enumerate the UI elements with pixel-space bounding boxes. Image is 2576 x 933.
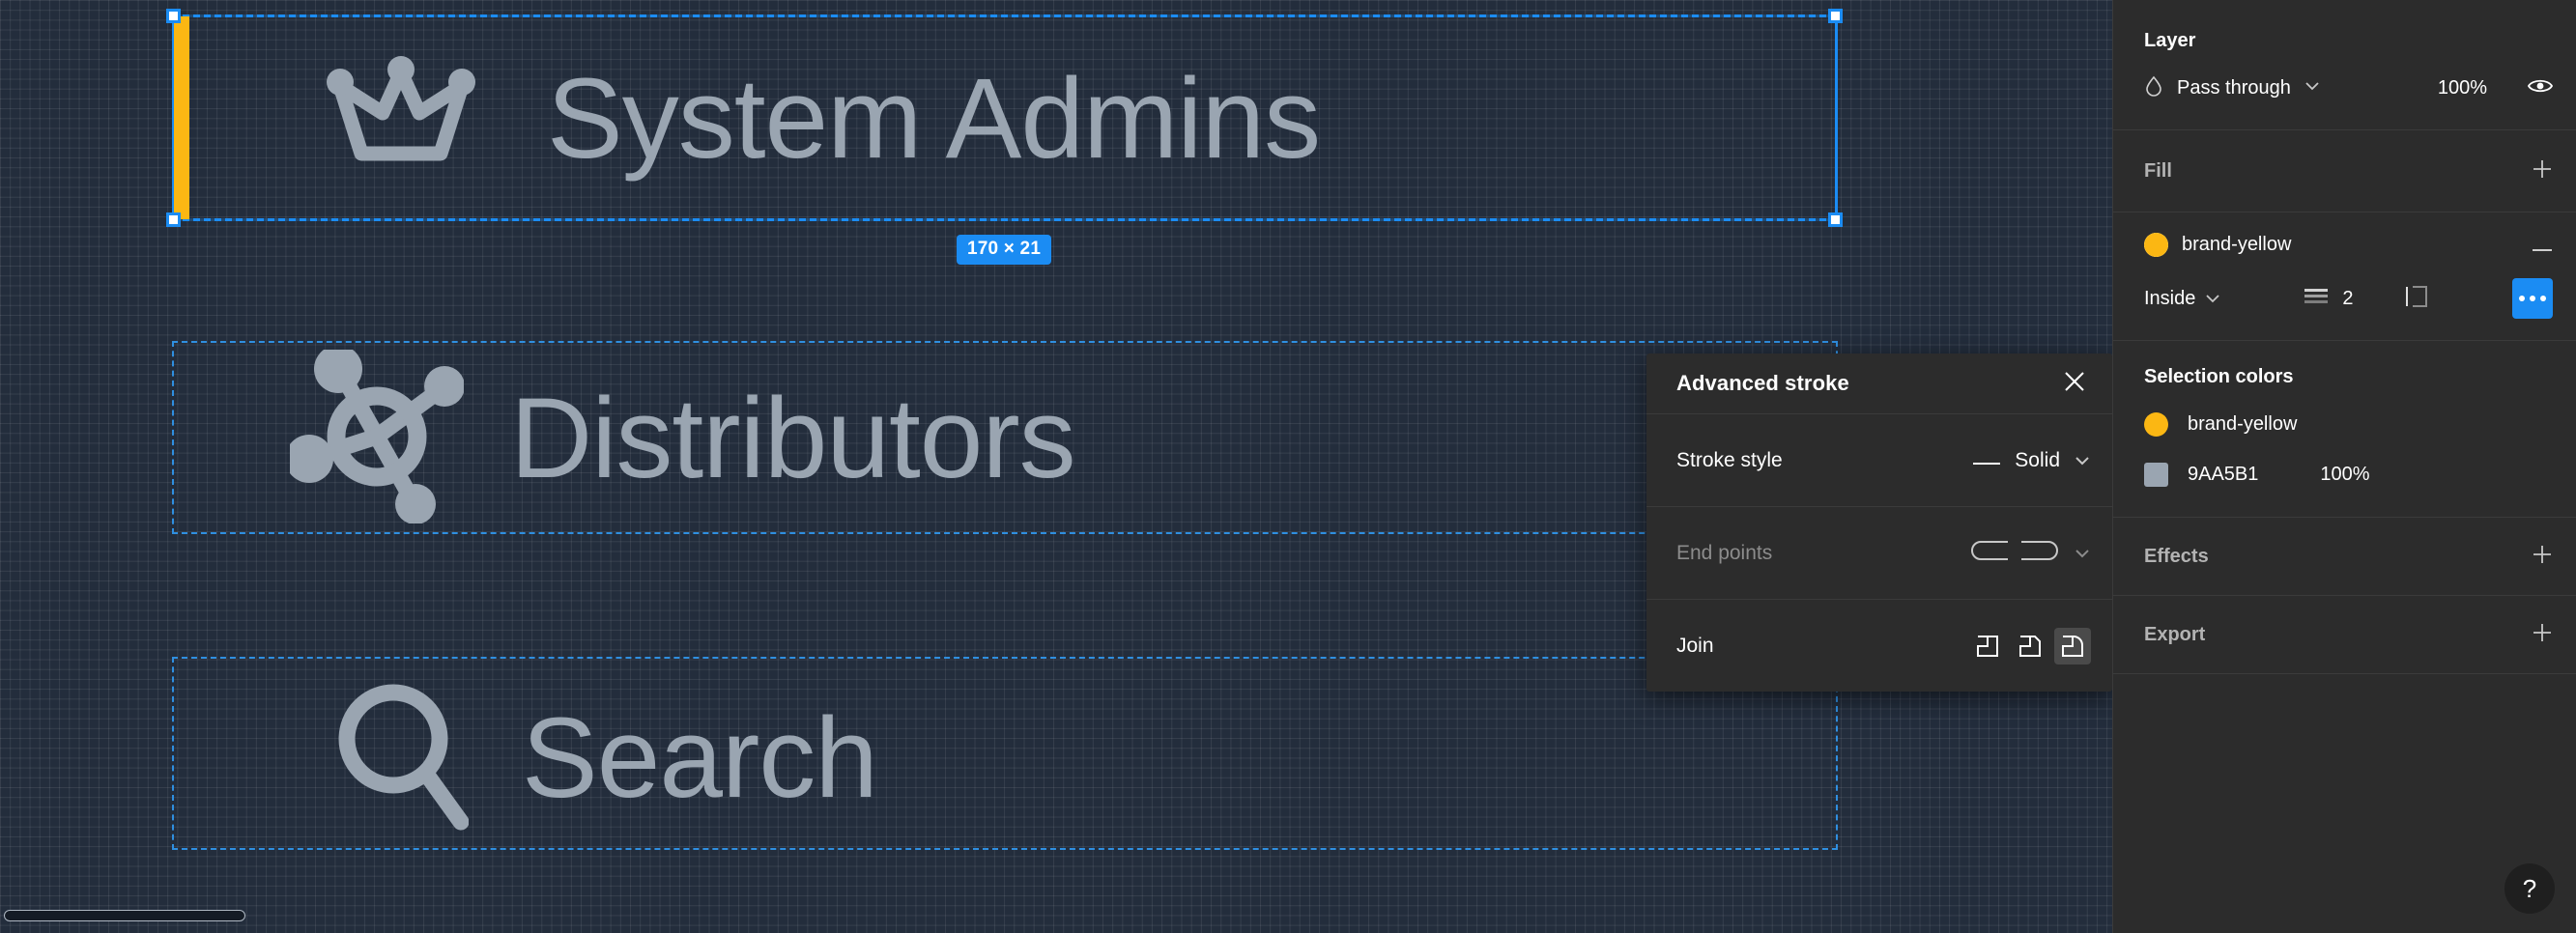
selection-color-swatch[interactable]: [2144, 462, 2168, 487]
canvas-item-system-admins[interactable]: System Admins: [319, 29, 1321, 208]
layer-blend-row[interactable]: Pass through 100%: [2144, 60, 2554, 116]
selection-color-swatch[interactable]: [2144, 411, 2168, 437]
join-bevel-icon[interactable]: [2012, 628, 2048, 664]
canvas-item-label: System Admins: [547, 54, 1321, 183]
selected-shape-yellow-bar[interactable]: [174, 16, 189, 219]
layer-section-header: Layer: [2144, 21, 2553, 60]
chevron-down-icon[interactable]: [2205, 288, 2220, 310]
stroke-weight-icon: [2304, 287, 2329, 311]
eye-icon[interactable]: [2527, 77, 2554, 99]
stroke-color-row[interactable]: brand-yellow: [2144, 220, 2553, 269]
canvas-item-distributors[interactable]: Distributors: [285, 344, 1076, 524]
canvas-item-label: Search: [522, 694, 878, 822]
stroke-style-value: Solid: [2015, 448, 2060, 471]
stroke-style-value-group[interactable]: Solid: [1972, 449, 2091, 472]
join-miter-icon[interactable]: [1969, 628, 2006, 664]
minus-icon[interactable]: [2532, 232, 2553, 257]
blend-mode-icon: [2144, 75, 2163, 101]
blend-mode-value[interactable]: Pass through: [2177, 77, 2291, 99]
properties-panel[interactable]: Layer Pass through 100% Fill brand-yello…: [2112, 0, 2576, 933]
stroke-sides-icon[interactable]: [2404, 284, 2429, 314]
join-row[interactable]: Join: [1646, 599, 2112, 692]
crown-icon: [319, 53, 483, 184]
search-icon: [333, 679, 470, 838]
effects-title: Effects: [2144, 545, 2209, 567]
round-cap-start-icon: [1969, 540, 2008, 567]
resize-handle-top-left[interactable]: [166, 9, 181, 23]
popover-header: Advanced stroke: [1646, 353, 2112, 413]
selection-color-item[interactable]: 9AA5B1 100%: [2144, 449, 2553, 499]
join-options-group[interactable]: [1969, 627, 2091, 664]
selection-color-item[interactable]: brand-yellow: [2144, 399, 2553, 449]
selection-size-badge: 170 × 21: [957, 235, 1052, 265]
stroke-style-row[interactable]: Stroke style Solid: [1646, 413, 2112, 506]
export-title: Export: [2144, 623, 2206, 645]
export-section: Export: [2113, 596, 2576, 674]
help-icon[interactable]: ?: [2504, 863, 2555, 914]
chevron-down-icon[interactable]: [2074, 542, 2091, 565]
stroke-align-select[interactable]: Inside: [2144, 288, 2220, 310]
canvas-item-search[interactable]: Search: [333, 676, 878, 840]
selection-color-opacity[interactable]: 100%: [2320, 464, 2369, 486]
more-dot: [2540, 296, 2546, 301]
stroke-options-row[interactable]: Inside 2: [2144, 269, 2553, 328]
selection-color-name: 9AA5B1: [2188, 463, 2259, 485]
layer-section: Layer Pass through 100%: [2113, 0, 2576, 130]
resize-handle-bottom-left[interactable]: [166, 212, 181, 227]
plus-icon[interactable]: [2532, 544, 2553, 570]
advanced-stroke-popover[interactable]: Advanced stroke Stroke style Solid End p…: [1646, 353, 2112, 692]
join-label: Join: [1676, 634, 1714, 657]
end-points-row[interactable]: End points: [1646, 506, 2112, 599]
chevron-down-icon[interactable]: [2304, 79, 2320, 97]
layer-title: Layer: [2144, 29, 2196, 51]
export-section-header: Export: [2144, 608, 2553, 662]
end-points-label: End points: [1676, 541, 1773, 564]
selection-color-name: brand-yellow: [2188, 412, 2298, 435]
canvas-item-label: Distributors: [510, 375, 1076, 502]
stroke-style-label: Stroke style: [1676, 448, 1783, 471]
stroke-color-swatch[interactable]: [2144, 232, 2168, 257]
plus-icon[interactable]: [2532, 622, 2553, 648]
stroke-section: brand-yellow Inside 2: [2113, 212, 2576, 341]
horizontal-scrollbar[interactable]: [4, 910, 245, 921]
effects-section-header: Effects: [2144, 529, 2553, 583]
fill-title: Fill: [2144, 159, 2172, 182]
stroke-weight-field[interactable]: 2: [2304, 287, 2354, 311]
selection-edge-top: [172, 14, 1838, 17]
resize-handle-bottom-right[interactable]: [1828, 212, 1843, 227]
selection-edge-bottom: [172, 218, 1838, 221]
more-dot: [2530, 296, 2535, 301]
effects-section: Effects: [2113, 518, 2576, 596]
stroke-color-name: brand-yellow: [2182, 233, 2292, 255]
stroke-align-value: Inside: [2144, 287, 2196, 309]
end-points-value-group[interactable]: [1969, 540, 2091, 567]
selection-edge-right: [1835, 15, 1838, 220]
chevron-down-icon[interactable]: [2074, 449, 2091, 472]
stroke-weight-value[interactable]: 2: [2342, 288, 2353, 310]
join-round-icon[interactable]: [2054, 627, 2091, 664]
solid-line-icon: [1972, 449, 2001, 472]
hub-icon: [285, 344, 465, 528]
selection-colors-section: Selection colors brand-yellow 9AA5B1 100…: [2113, 341, 2576, 518]
fill-section: Fill: [2113, 130, 2576, 212]
resize-handle-top-right[interactable]: [1828, 9, 1843, 23]
selection-colors-title: Selection colors: [2144, 365, 2294, 387]
popover-title: Advanced stroke: [1676, 371, 1849, 395]
round-cap-end-icon: [2021, 540, 2060, 567]
more-options-icon[interactable]: [2512, 278, 2553, 319]
close-icon[interactable]: [2062, 369, 2087, 399]
selection-colors-header: Selection colors: [2144, 354, 2553, 399]
fill-section-header: Fill: [2144, 144, 2553, 198]
more-dot: [2519, 296, 2525, 301]
layer-opacity-value[interactable]: 100%: [2438, 77, 2487, 99]
plus-icon[interactable]: [2532, 158, 2553, 184]
